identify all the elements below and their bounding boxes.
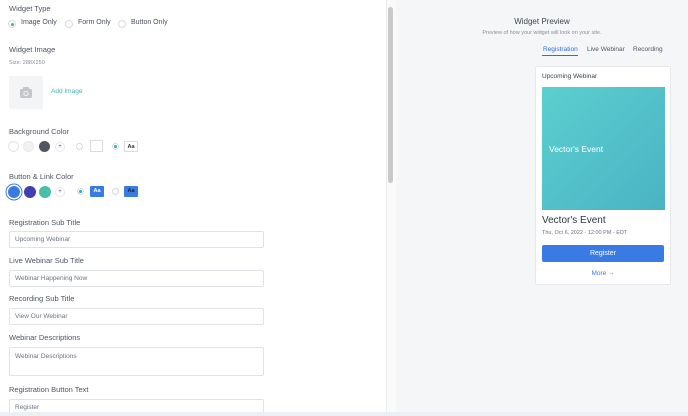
bg-swatch-white[interactable] bbox=[8, 141, 19, 152]
tab-registration[interactable]: Registration bbox=[543, 46, 578, 53]
add-image-link[interactable]: Add Image bbox=[51, 88, 82, 95]
widget-image-size-hint: Size: 288X250 bbox=[9, 60, 45, 66]
btn-color-radio-alt[interactable] bbox=[112, 188, 119, 195]
live-webinar-sub-title-input[interactable]: Webinar Happening Now bbox=[9, 270, 264, 287]
card-event-title: Vector's Event bbox=[542, 215, 606, 226]
webinar-descriptions-label: Webinar Descriptions bbox=[9, 333, 81, 342]
registration-sub-title-label: Registration Sub Title bbox=[9, 218, 81, 227]
recording-sub-title-input[interactable]: View Our Webinar bbox=[9, 308, 264, 325]
btn-swatch-teal[interactable] bbox=[39, 186, 51, 198]
radio-form-only-label[interactable]: Form Only bbox=[78, 19, 111, 26]
card-image-text: Vector's Event bbox=[549, 144, 604, 154]
radio-button-only[interactable] bbox=[118, 20, 126, 28]
recording-sub-title-label: Recording Sub Title bbox=[9, 294, 75, 303]
radio-image-only-label[interactable]: Image Only bbox=[21, 19, 57, 26]
bg-add-color-button[interactable]: + bbox=[55, 142, 65, 152]
bg-swatch-light-gray[interactable] bbox=[23, 141, 34, 152]
webinar-descriptions-textarea[interactable]: Webinar Descriptions bbox=[9, 347, 264, 376]
widget-settings-panel: Widget Type Image Only Form Only Button … bbox=[0, 0, 386, 416]
settings-scrollbar-thumb[interactable] bbox=[388, 7, 393, 183]
bg-custom-color-box[interactable] bbox=[90, 140, 103, 152]
radio-form-only[interactable] bbox=[65, 20, 73, 28]
widget-type-label: Widget Type bbox=[9, 4, 51, 13]
tab-recording[interactable]: Recording bbox=[633, 46, 663, 53]
radio-image-only[interactable] bbox=[8, 20, 16, 28]
widget-image-label: Widget Image bbox=[9, 45, 56, 54]
bg-preview-radio[interactable] bbox=[112, 143, 119, 150]
btn-aa-preview-filled[interactable]: Aa bbox=[90, 186, 104, 197]
bottom-bar bbox=[0, 412, 688, 416]
button-link-color-label: Button & Link Color bbox=[9, 172, 74, 181]
btn-swatch-blue[interactable] bbox=[8, 186, 20, 198]
camera-icon bbox=[20, 87, 32, 98]
registration-sub-title-input[interactable]: Upcoming Webinar bbox=[9, 231, 264, 248]
preview-subtitle: Preview of how your widget will look on … bbox=[482, 30, 602, 36]
card-heading: Upcoming Webinar bbox=[542, 73, 598, 80]
btn-swatch-indigo[interactable] bbox=[24, 186, 36, 198]
more-link[interactable]: More → bbox=[542, 270, 664, 277]
live-webinar-sub-title-label: Live Webinar Sub Title bbox=[9, 256, 84, 265]
card-event-date: Thu, Oct 6, 2022 · 12:00 PM - EDT bbox=[542, 230, 628, 236]
background-color-label: Background Color bbox=[9, 127, 70, 136]
active-tab-underline bbox=[542, 55, 578, 56]
bg-swatch-dark-gray[interactable] bbox=[39, 141, 50, 152]
image-placeholder[interactable] bbox=[9, 76, 43, 109]
btn-add-color-button[interactable]: + bbox=[55, 187, 65, 197]
registration-button-text-label: Registration Button Text bbox=[9, 385, 89, 394]
tab-live-webinar[interactable]: Live Webinar bbox=[587, 46, 625, 53]
register-button[interactable]: Register bbox=[542, 245, 664, 262]
preview-title: Widget Preview bbox=[514, 17, 570, 26]
bg-aa-preview: Aa bbox=[124, 141, 138, 152]
btn-color-radio-selected[interactable] bbox=[77, 188, 84, 195]
btn-aa-preview-alt[interactable]: Aa bbox=[124, 186, 138, 197]
bg-custom-radio[interactable] bbox=[76, 143, 83, 150]
radio-button-only-label[interactable]: Button Only bbox=[131, 19, 168, 26]
